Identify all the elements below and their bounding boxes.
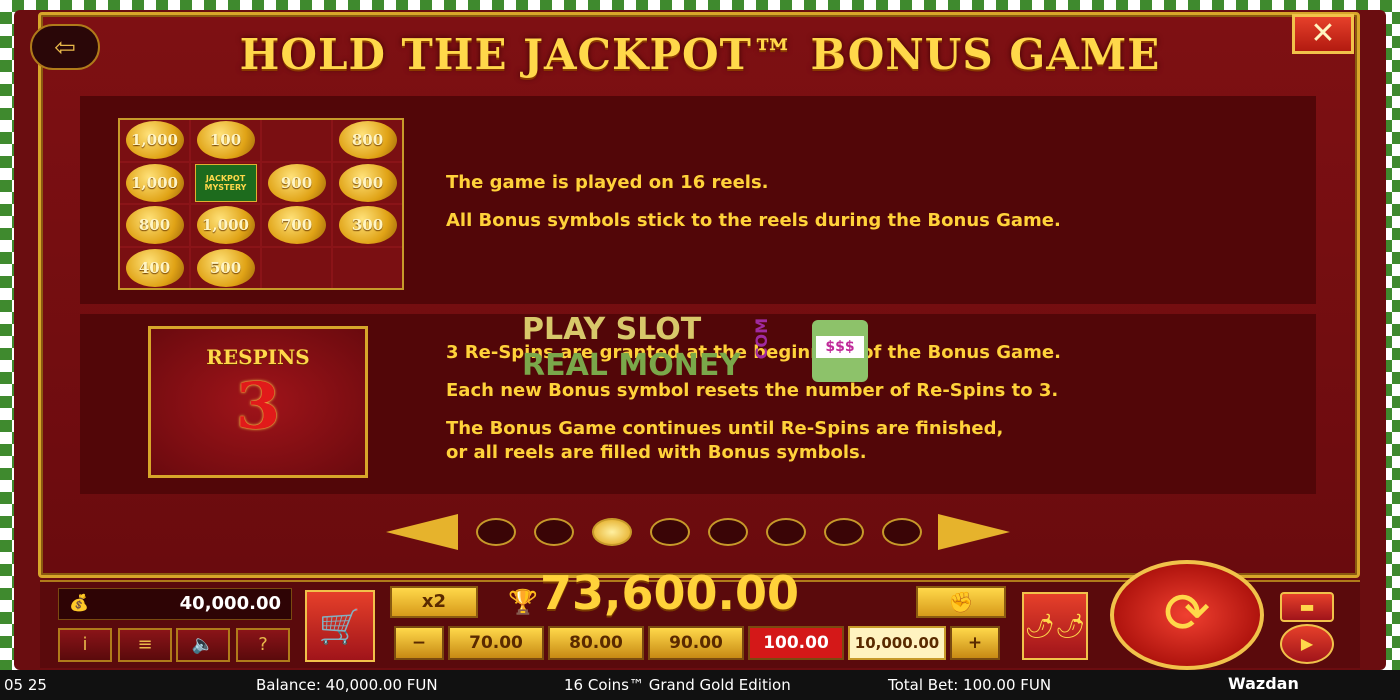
autoplay-start-button[interactable]: ▶ — [1280, 624, 1334, 664]
reel-grid: 1,000 100 800 1,000 JACKPOT MYSTERY 900 900 800… — [118, 118, 404, 290]
info-text-filled: or all reels are filled with Bonus symbo… — [446, 442, 867, 463]
info-text-reels: The game is played on 16 reels. — [446, 172, 769, 193]
balance-value: 40,000.00 — [179, 593, 281, 614]
reel-cell: 1,000 — [120, 120, 189, 161]
coin-symbol: 800 — [338, 121, 397, 160]
close-button[interactable]: ✕ — [1292, 14, 1354, 54]
reel-cell: 1,000 — [191, 205, 260, 246]
page-dot[interactable] — [882, 518, 922, 546]
reel-cell: 1,000 — [120, 162, 189, 203]
next-page-arrow-icon[interactable] — [938, 514, 1010, 550]
double-up-button[interactable]: x2 — [390, 586, 478, 618]
page-title: HOLD THE JACKPOT™ BONUS GAME — [239, 30, 1161, 79]
respins-count: 3 — [235, 369, 281, 444]
reel-cell: 900 — [333, 162, 402, 203]
page-dot[interactable] — [650, 518, 690, 546]
page-dot[interactable] — [824, 518, 864, 546]
info-text-sticky: All Bonus symbols stick to the reels dur… — [446, 210, 1061, 231]
watermark-line1: PLAY SLOT — [522, 312, 702, 347]
coin-symbol: 900 — [338, 163, 397, 202]
bet-option[interactable]: 90.00 — [648, 626, 744, 660]
coin-symbol: 1,000 — [125, 121, 184, 160]
coin-symbol: 800 — [125, 206, 184, 245]
reel-cell: JACKPOT MYSTERY — [191, 162, 260, 203]
reel-cell — [262, 247, 331, 288]
provider-name: Wazdan — [1228, 674, 1299, 693]
prev-page-arrow-icon[interactable] — [386, 514, 458, 550]
page-dot[interactable] — [476, 518, 516, 546]
coin-symbol: 500 — [196, 248, 255, 287]
info-section-reels: 1,000 100 800 1,000 JACKPOT MYSTERY 900 900 800… — [80, 96, 1316, 304]
reel-cell — [262, 120, 331, 161]
sound-button[interactable]: 🔈 — [176, 628, 230, 662]
coin-symbol: 300 — [338, 206, 397, 245]
slot-machine-reels: $$$ — [816, 336, 864, 358]
turbo-button[interactable]: ▬ — [1280, 592, 1334, 622]
reel-cell — [333, 247, 402, 288]
reel-cell: 300 — [333, 205, 402, 246]
bet-option[interactable]: 70.00 — [448, 626, 544, 660]
page-dot[interactable] — [534, 518, 574, 546]
shop-cart-button[interactable]: 🛒 — [305, 590, 375, 662]
autoplay-button[interactable]: ✊ — [916, 586, 1006, 618]
back-button[interactable]: ⇦ — [30, 24, 100, 70]
money-bag-icon: 💰 — [69, 593, 89, 612]
coin-symbol: 100 — [196, 121, 255, 160]
respins-label: RESPINS — [206, 345, 310, 369]
page-dot[interactable] — [766, 518, 806, 546]
watermark: PLAY SLOT REAL MONEY — [522, 312, 741, 384]
watermark-com: COM — [752, 318, 771, 360]
reel-cell: 800 — [120, 205, 189, 246]
coin-symbol: 900 — [267, 163, 326, 202]
chili-feature-button[interactable]: 🌶🌶 — [1022, 592, 1088, 660]
coin-symbol: 400 — [125, 248, 184, 287]
status-bar: 05 25 Balance: 40,000.00 FUN 16 Coins™ G… — [0, 670, 1400, 700]
coin-symbol: 1,000 — [196, 206, 255, 245]
spin-button[interactable]: ⟳ — [1110, 560, 1264, 670]
info-button[interactable]: i — [58, 628, 112, 662]
bet-selector: − 70.00 80.00 90.00 100.00 10,000.00 + — [394, 626, 1004, 660]
menu-button[interactable]: ≡ — [118, 628, 172, 662]
trophy-icon: 🏆 — [508, 588, 538, 616]
coin-symbol: 1,000 — [125, 163, 184, 202]
coin-symbol: 700 — [267, 206, 326, 245]
info-text-continue: The Bonus Game continues until Re-Spins … — [446, 418, 1004, 439]
page-navigation — [0, 514, 1400, 554]
page-dot[interactable] — [592, 518, 632, 546]
respins-symbol: RESPINS 3 — [148, 326, 368, 478]
bet-option[interactable]: 10,000.00 — [848, 626, 946, 660]
reel-cell: 400 — [120, 247, 189, 288]
hand-icon: ✊ — [948, 590, 974, 614]
game-name: 16 Coins™ Grand Gold Edition — [564, 676, 791, 694]
reel-cell: 100 — [191, 120, 260, 161]
bet-option[interactable]: 100.00 — [748, 626, 844, 660]
bet-plus-button[interactable]: + — [950, 626, 1000, 660]
reel-cell: 900 — [262, 162, 331, 203]
bet-minus-button[interactable]: − — [394, 626, 444, 660]
status-balance: Balance: 40,000.00 FUN — [256, 676, 438, 694]
balance-display: 💰 40,000.00 — [58, 588, 292, 620]
watermark-line2: REAL MONEY — [522, 348, 742, 383]
bet-option[interactable]: 80.00 — [548, 626, 644, 660]
win-amount: 73,600.00 — [540, 566, 799, 620]
page-dot[interactable] — [708, 518, 748, 546]
jackpot-mystery-symbol: JACKPOT MYSTERY — [194, 163, 257, 202]
help-button[interactable]: ? — [236, 628, 290, 662]
clock: 05 25 — [4, 676, 47, 694]
status-total-bet: Total Bet: 100.00 FUN — [888, 676, 1052, 694]
reel-cell: 500 — [191, 247, 260, 288]
reel-cell: 800 — [333, 120, 402, 161]
slot-machine-icon: $$$ — [812, 320, 868, 382]
reel-cell: 700 — [262, 205, 331, 246]
